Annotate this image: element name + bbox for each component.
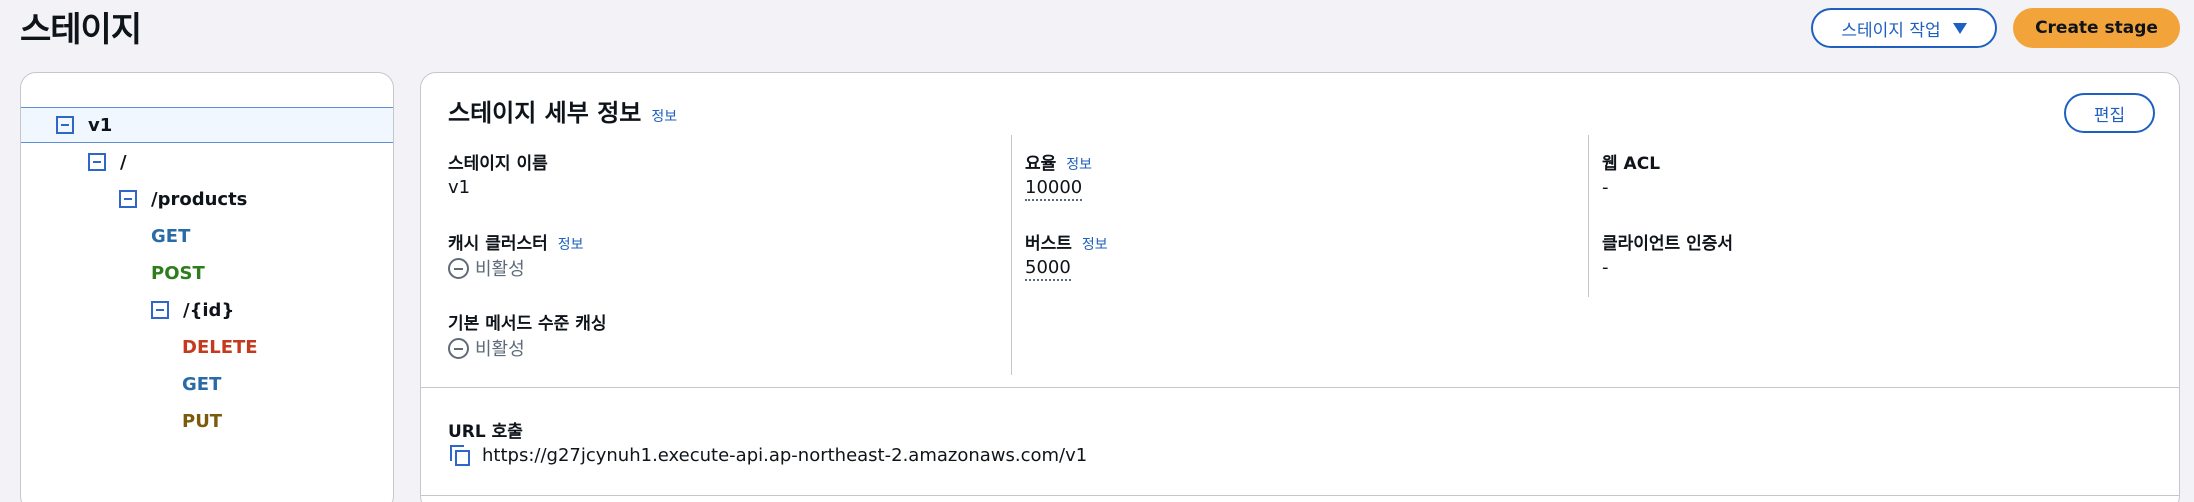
method-cache-status: 비활성 [475, 339, 525, 360]
method-cache-value: 비활성 [448, 335, 525, 361]
tree-item-products-get[interactable]: GET [21, 218, 393, 254]
method-label: POST [151, 262, 205, 284]
method-label: PUT [182, 410, 223, 432]
caret-down-icon [1952, 22, 1967, 34]
stage-name-value: v1 [448, 177, 471, 198]
web-acl-value: - [1602, 177, 1609, 198]
collapse-icon[interactable] [56, 116, 74, 134]
method-label: GET [182, 373, 222, 395]
rate-label: 요율 정보 [1025, 149, 1092, 174]
tree-item-root[interactable]: / [21, 144, 393, 180]
tree-item-label: / [120, 151, 127, 173]
status-stopped-icon [448, 337, 469, 359]
section-title: 스테이지 세부 정보 정보 [448, 93, 677, 128]
resource-tree-panel: v1 / /products GET POST /{id} DELETE GET… [20, 72, 394, 502]
burst-value: 5000 [1025, 257, 1071, 281]
rate-value-text: 10000 [1025, 177, 1083, 201]
collapse-icon[interactable] [151, 301, 169, 319]
web-acl-label: 웹 ACL [1602, 154, 1661, 174]
invoke-url-label: URL 호출 [448, 422, 523, 442]
stage-actions-label: 스테이지 작업 [1841, 20, 1941, 41]
tree-item-label: v1 [88, 114, 113, 136]
stage-actions-button[interactable]: 스테이지 작업 [1811, 8, 1997, 48]
column-divider [1588, 135, 1589, 297]
tree-item-products-post[interactable]: POST [21, 255, 393, 291]
cache-cluster-label: 캐시 클러스터 정보 [448, 229, 584, 254]
section-divider [421, 387, 2179, 388]
invoke-url-value: https://g27jcynuh1.execute-api.ap-northe… [448, 443, 1087, 467]
method-label: DELETE [182, 336, 258, 358]
tree-item-id-delete[interactable]: DELETE [21, 329, 393, 365]
collapse-icon[interactable] [119, 190, 137, 208]
invoke-url-text[interactable]: https://g27jcynuh1.execute-api.ap-northe… [482, 445, 1087, 466]
tree-item-id[interactable]: /{id} [21, 292, 393, 328]
burst-value-text: 5000 [1025, 257, 1071, 281]
cache-cluster-status: 비활성 [475, 259, 525, 280]
rate-value: 10000 [1025, 177, 1083, 201]
rate-label-text: 요율 [1025, 154, 1057, 174]
tree-item-label: /{id} [183, 299, 235, 321]
stage-details-panel: 스테이지 세부 정보 정보 편집 스테이지 이름 v1 캐시 클러스터 정보 비… [420, 72, 2180, 502]
stage-name-label: 스테이지 이름 [448, 154, 548, 174]
status-stopped-icon [448, 257, 469, 279]
create-stage-button[interactable]: Create stage [2013, 8, 2180, 48]
tree-item-products[interactable]: /products [21, 181, 393, 217]
method-label: GET [151, 225, 191, 247]
info-link[interactable]: 정보 [651, 106, 677, 126]
info-link[interactable]: 정보 [558, 234, 584, 254]
section-divider [421, 495, 2179, 496]
copy-icon[interactable] [448, 443, 472, 467]
edit-button[interactable]: 편집 [2064, 93, 2155, 133]
tree-item-id-put[interactable]: PUT [21, 403, 393, 439]
burst-label-text: 버스트 [1025, 234, 1072, 254]
tree-item-label: /products [151, 188, 248, 210]
tree-item-id-get[interactable]: GET [21, 366, 393, 402]
client-cert-value: - [1602, 257, 1609, 278]
collapse-icon[interactable] [88, 153, 106, 171]
info-link[interactable]: 정보 [1082, 234, 1108, 254]
page-title: 스테이지 [20, 10, 142, 50]
cache-cluster-value: 비활성 [448, 255, 525, 281]
section-title-text: 스테이지 세부 정보 [448, 99, 642, 127]
client-cert-label: 클라이언트 인증서 [1602, 234, 1734, 254]
method-cache-label: 기본 메서드 수준 캐싱 [448, 314, 607, 334]
tree-item-v1[interactable]: v1 [21, 107, 393, 143]
info-link[interactable]: 정보 [1066, 154, 1092, 174]
column-divider [1011, 135, 1012, 375]
burst-label: 버스트 정보 [1025, 229, 1108, 254]
cache-cluster-label-text: 캐시 클러스터 [448, 234, 548, 254]
